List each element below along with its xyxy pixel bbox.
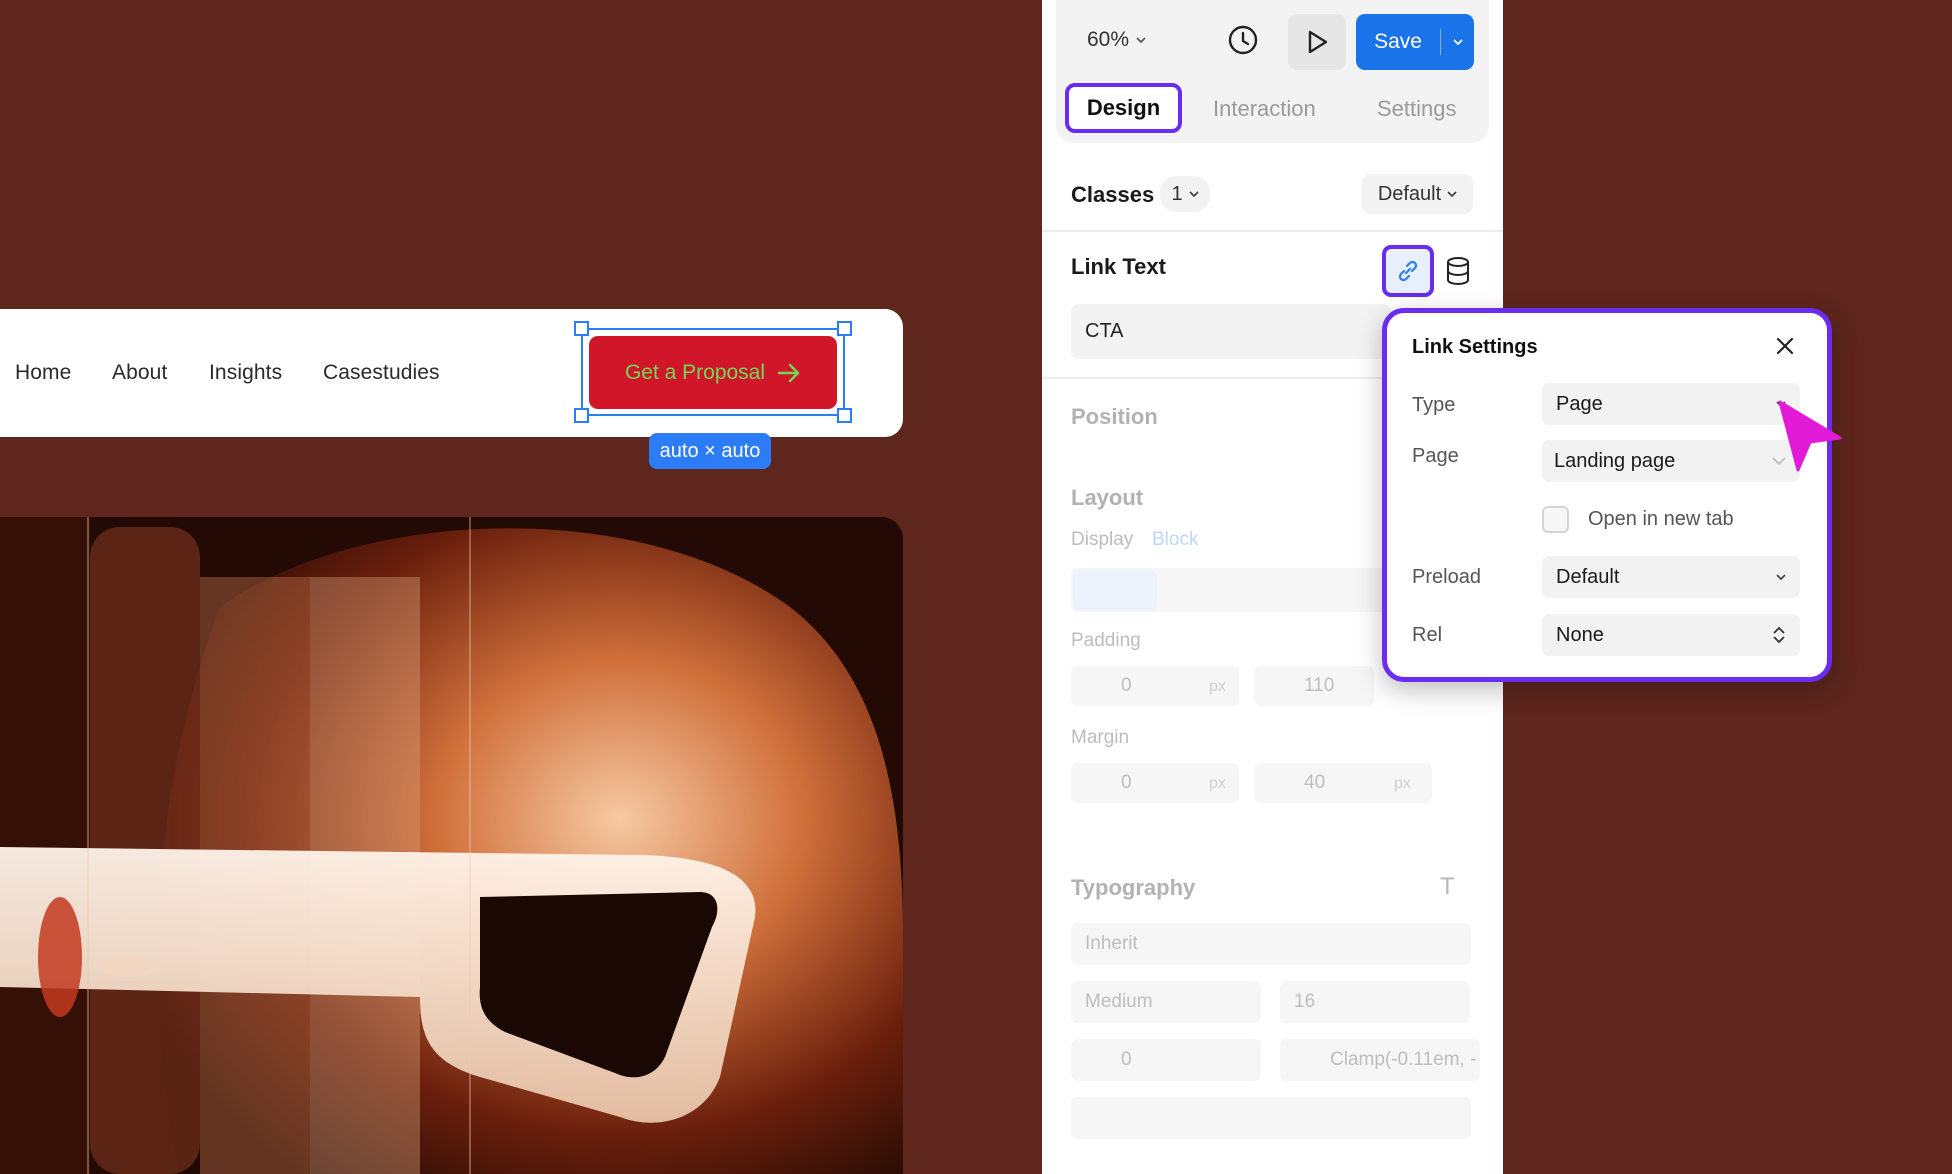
margin-top-value: 40 bbox=[1304, 772, 1326, 793]
mouse-pointer-icon bbox=[1776, 398, 1846, 478]
letter-spacing-value: Clamp(-0.11em, - bbox=[1330, 1049, 1477, 1070]
letter-spacing-field[interactable]: Clamp(-0.11em, - bbox=[1280, 1039, 1480, 1081]
section-divider bbox=[1042, 230, 1503, 232]
play-icon bbox=[1304, 28, 1330, 56]
chevron-down-icon bbox=[1776, 573, 1786, 581]
nav-link-about[interactable]: About bbox=[112, 361, 167, 385]
padding-left-value: 0 bbox=[1121, 675, 1132, 696]
padding-top-field[interactable]: 110 bbox=[1254, 666, 1374, 706]
chevron-down-icon bbox=[1447, 190, 1457, 198]
nav-link-home[interactable]: Home bbox=[15, 361, 71, 385]
arrow-right-icon bbox=[777, 363, 801, 383]
resize-handle-bottom-left[interactable] bbox=[574, 408, 589, 423]
text-style-icon[interactable]: T bbox=[1440, 873, 1455, 901]
display-block-option[interactable] bbox=[1073, 570, 1157, 610]
layout-heading: Layout bbox=[1071, 485, 1144, 510]
zoom-value: 60% bbox=[1087, 28, 1130, 51]
type-label: Type bbox=[1412, 394, 1456, 416]
resize-handle-top-left[interactable] bbox=[574, 321, 589, 336]
chevron-down-icon bbox=[1188, 190, 1199, 198]
save-button[interactable]: Save bbox=[1356, 14, 1474, 70]
nav-link-insights[interactable]: Insights bbox=[209, 361, 282, 385]
link-settings-button[interactable] bbox=[1382, 245, 1434, 297]
link-icon bbox=[1395, 258, 1421, 284]
text-align-toolbar[interactable] bbox=[1071, 1097, 1471, 1139]
link-text-input[interactable]: CTA bbox=[1071, 304, 1391, 359]
margin-left-value: 0 bbox=[1121, 772, 1132, 793]
classes-count: 1 bbox=[1171, 182, 1183, 205]
type-value: Page bbox=[1556, 392, 1603, 415]
link-text-label: Link Text bbox=[1071, 254, 1166, 279]
get-proposal-button[interactable]: Get a Proposal bbox=[589, 336, 837, 409]
link-settings-title: Link Settings bbox=[1412, 336, 1538, 358]
resize-handle-bottom-right[interactable] bbox=[837, 408, 852, 423]
state-dropdown[interactable]: Default bbox=[1362, 174, 1473, 214]
zoom-dropdown[interactable]: 60% bbox=[1087, 28, 1147, 52]
padding-left-field[interactable]: 0 px bbox=[1071, 666, 1239, 706]
padding-top-value: 110 bbox=[1304, 675, 1335, 696]
line-height-field[interactable]: 0 bbox=[1071, 1039, 1261, 1081]
tab-settings[interactable]: Settings bbox=[1377, 96, 1457, 122]
size-badge: auto × auto bbox=[649, 433, 771, 469]
font-family-select[interactable]: Inherit bbox=[1071, 923, 1471, 965]
padding-left-unit: px bbox=[1209, 678, 1226, 695]
hero-image bbox=[0, 517, 903, 1174]
position-heading: Position bbox=[1071, 404, 1158, 429]
chevron-down-icon bbox=[1135, 36, 1147, 44]
margin-top-field[interactable]: 40 px bbox=[1254, 763, 1432, 803]
font-weight-select[interactable]: Medium bbox=[1071, 981, 1261, 1023]
rel-label: Rel bbox=[1412, 624, 1443, 646]
font-weight-value: Medium bbox=[1085, 991, 1153, 1012]
preload-select[interactable]: Default bbox=[1542, 556, 1800, 598]
state-value: Default bbox=[1377, 182, 1442, 205]
page-select[interactable]: Landing page bbox=[1542, 440, 1800, 482]
margin-label: Margin bbox=[1071, 727, 1130, 748]
font-size-field[interactable]: 16 bbox=[1280, 981, 1470, 1023]
padding-label: Padding bbox=[1071, 630, 1141, 651]
open-new-tab-label: Open in new tab bbox=[1588, 508, 1734, 530]
nav-link-casestudies[interactable]: Casestudies bbox=[323, 361, 440, 385]
preload-label: Preload bbox=[1412, 566, 1481, 588]
up-down-chevron-icon bbox=[1772, 626, 1786, 644]
save-label: Save bbox=[1374, 30, 1422, 53]
classes-count-dropdown[interactable]: 1 bbox=[1160, 176, 1210, 212]
cta-label: Get a Proposal bbox=[624, 360, 766, 384]
history-icon[interactable] bbox=[1225, 22, 1261, 58]
tab-interaction[interactable]: Interaction bbox=[1213, 96, 1316, 122]
classes-label: Classes bbox=[1071, 182, 1155, 207]
line-height-value: 0 bbox=[1121, 1049, 1132, 1070]
display-label: Display bbox=[1071, 529, 1134, 550]
margin-top-unit: px bbox=[1394, 775, 1411, 792]
save-options-chevron-icon[interactable] bbox=[1441, 38, 1474, 46]
preload-value: Default bbox=[1556, 565, 1620, 588]
font-size-value: 16 bbox=[1294, 991, 1316, 1012]
margin-left-field[interactable]: 0 px bbox=[1071, 763, 1239, 803]
type-select[interactable]: Page bbox=[1542, 383, 1800, 425]
rel-value: None bbox=[1556, 623, 1604, 646]
display-mode-segmented[interactable] bbox=[1071, 568, 1433, 612]
typography-heading: Typography bbox=[1071, 875, 1196, 900]
rel-select[interactable]: None bbox=[1542, 614, 1800, 656]
font-family-value: Inherit bbox=[1085, 933, 1138, 954]
database-icon[interactable] bbox=[1444, 256, 1472, 286]
margin-left-unit: px bbox=[1209, 775, 1226, 792]
tab-design[interactable]: Design bbox=[1065, 83, 1182, 133]
close-icon[interactable] bbox=[1775, 336, 1795, 356]
page-value: Landing page bbox=[1554, 449, 1676, 472]
resize-handle-top-right[interactable] bbox=[837, 321, 852, 336]
page-label: Page bbox=[1412, 445, 1459, 467]
preview-play-button[interactable] bbox=[1288, 14, 1346, 70]
display-value: Block bbox=[1152, 529, 1199, 550]
open-new-tab-checkbox[interactable] bbox=[1542, 506, 1569, 533]
